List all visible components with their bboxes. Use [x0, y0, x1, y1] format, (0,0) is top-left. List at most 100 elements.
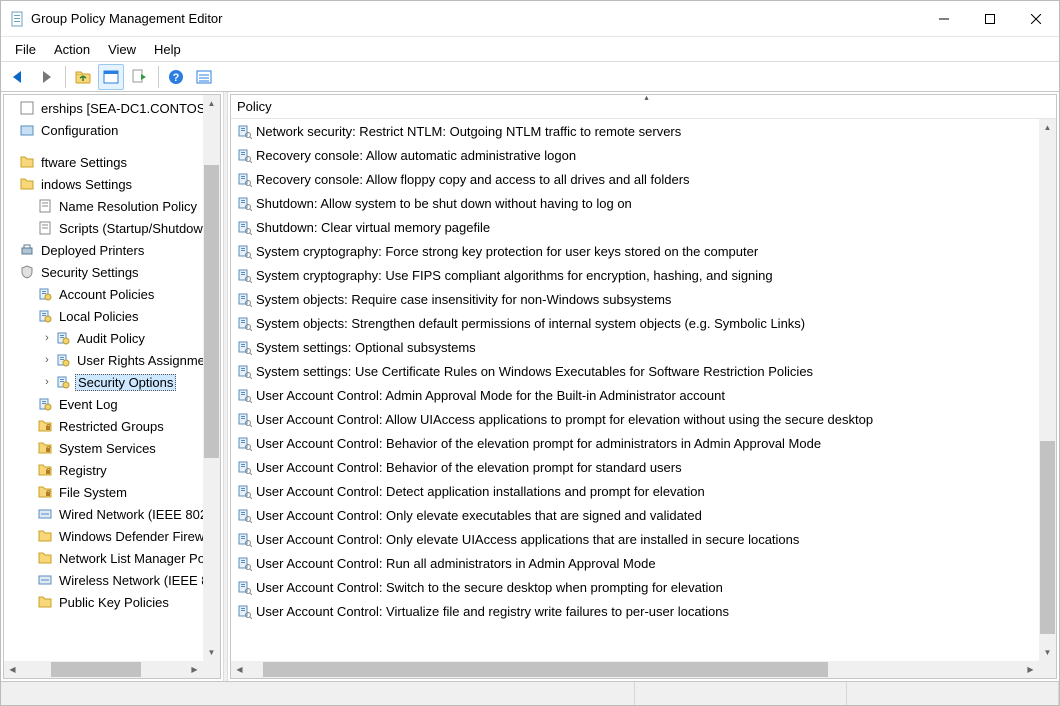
expand-toggle-icon[interactable]: › [41, 376, 53, 388]
help-button[interactable]: ? [163, 64, 189, 90]
refresh-button[interactable] [126, 64, 152, 90]
policy-row[interactable]: Shutdown: Clear virtual memory pagefile [231, 215, 1039, 239]
policy-row[interactable]: Shutdown: Allow system to be shut down w… [231, 191, 1039, 215]
policy-row[interactable]: Recovery console: Allow floppy copy and … [231, 167, 1039, 191]
list-panel: Policy ▴ Network security: Restrict NTLM… [230, 94, 1057, 679]
policy-icon [235, 530, 253, 548]
menu-file[interactable]: File [7, 40, 44, 59]
scroll-down-arrow-icon[interactable]: ▼ [203, 644, 220, 661]
tree-node-label: erships [SEA-DC1.CONTOSO.CO [41, 101, 221, 116]
policy-row[interactable]: System objects: Strengthen default permi… [231, 311, 1039, 335]
tree-node[interactable]: Local Policies [3, 305, 221, 327]
menu-help[interactable]: Help [146, 40, 189, 59]
folder-lock-icon [36, 461, 54, 479]
tree-node-label: Audit Policy [77, 331, 145, 346]
tree-node[interactable]: Account Policies [3, 283, 221, 305]
policy-row[interactable]: System objects: Require case insensitivi… [231, 287, 1039, 311]
column-policy: Policy ▴ [237, 95, 1056, 118]
tree-node[interactable] [3, 141, 221, 151]
policy-icon [235, 194, 253, 212]
back-icon [9, 68, 27, 86]
tree-node[interactable]: erships [SEA-DC1.CONTOSO.CO [3, 97, 221, 119]
policy-row[interactable]: User Account Control: Only elevate UIAcc… [231, 527, 1039, 551]
expand-toggle-icon[interactable]: › [41, 332, 53, 344]
list-settings-button[interactable] [191, 64, 217, 90]
policy-row[interactable]: System settings: Optional subsystems [231, 335, 1039, 359]
scroll-left-arrow-icon[interactable]: ◀ [231, 661, 248, 678]
up-folder-button[interactable] [70, 64, 96, 90]
tree-node[interactable]: Windows Defender Firewa [3, 525, 221, 547]
tree-node[interactable]: File System [3, 481, 221, 503]
policy-row[interactable]: System settings: Use Certificate Rules o… [231, 359, 1039, 383]
scroll-right-arrow-icon[interactable]: ▶ [1022, 661, 1039, 678]
forward-button[interactable] [33, 64, 59, 90]
scroll-left-arrow-icon[interactable]: ◀ [4, 661, 21, 678]
scroll-up-arrow-icon[interactable]: ▲ [1039, 119, 1056, 136]
policy-row[interactable]: User Account Control: Run all administra… [231, 551, 1039, 575]
details-view-icon [102, 68, 120, 86]
tree[interactable]: erships [SEA-DC1.CONTOSO.CO Configuration… [3, 95, 221, 613]
tree-node[interactable]: Event Log [3, 393, 221, 415]
list-settings-icon [195, 68, 213, 86]
policy-row[interactable]: System cryptography: Force strong key pr… [231, 239, 1039, 263]
tree-horizontal-scrollbar[interactable]: ◀ ▶ [4, 661, 203, 678]
tree-node[interactable]: Network List Manager Pol [3, 547, 221, 569]
policy-row[interactable]: User Account Control: Virtualize file an… [231, 599, 1039, 623]
policy-row[interactable]: Network security: Restrict NTLM: Outgoin… [231, 119, 1039, 143]
back-button[interactable] [5, 64, 31, 90]
menu-view[interactable]: View [100, 40, 144, 59]
policy-row[interactable]: Recovery console: Allow automatic admini… [231, 143, 1039, 167]
policy-row[interactable]: User Account Control: Only elevate execu… [231, 503, 1039, 527]
policy-label: User Account Control: Admin Approval Mod… [256, 388, 725, 403]
policy-row[interactable]: User Account Control: Switch to the secu… [231, 575, 1039, 599]
minimize-button[interactable] [921, 1, 967, 36]
policy-list[interactable]: Network security: Restrict NTLM: Outgoin… [231, 119, 1039, 623]
tree-node-label: Restricted Groups [59, 419, 164, 434]
tree-node[interactable]: Wireless Network (IEEE 80. [3, 569, 221, 591]
list-vertical-scrollbar[interactable]: ▲ ▼ [1039, 119, 1056, 661]
tree-vertical-scrollbar[interactable]: ▲ ▼ [203, 95, 220, 661]
policy-icon [235, 578, 253, 596]
policy-row[interactable]: User Account Control: Detect application… [231, 479, 1039, 503]
shield-doc-icon [36, 307, 54, 325]
tree-node[interactable]: Deployed Printers [3, 239, 221, 261]
folder-icon [36, 549, 54, 567]
tree-node[interactable]: › Audit Policy [3, 327, 221, 349]
tree-node[interactable]: ›Security Options [3, 371, 221, 393]
folder-lock-icon [36, 483, 54, 501]
tree-node[interactable]: ftware Settings [3, 151, 221, 173]
policy-row[interactable]: User Account Control: Admin Approval Mod… [231, 383, 1039, 407]
splitter[interactable] [223, 92, 228, 681]
tree-node[interactable]: indows Settings [3, 173, 221, 195]
list-header[interactable]: Policy ▴ [231, 95, 1056, 119]
tree-node[interactable]: Registry [3, 459, 221, 481]
menu-action[interactable]: Action [46, 40, 98, 59]
tree-node[interactable]: Name Resolution Policy [3, 195, 221, 217]
tree-node[interactable]: Public Key Policies [3, 591, 221, 613]
scroll-right-arrow-icon[interactable]: ▶ [186, 661, 203, 678]
policy-row[interactable]: System cryptography: Use FIPS compliant … [231, 263, 1039, 287]
tree-node[interactable]: Configuration [3, 119, 221, 141]
details-view-button[interactable] [98, 64, 124, 90]
maximize-button[interactable] [967, 1, 1013, 36]
tree-node[interactable]: System Services [3, 437, 221, 459]
tree-node[interactable]: Scripts (Startup/Shutdown) [3, 217, 221, 239]
policy-icon [235, 122, 253, 140]
scroll-up-arrow-icon[interactable]: ▲ [203, 95, 220, 112]
policy-row[interactable]: User Account Control: Allow UIAccess app… [231, 407, 1039, 431]
tree-node[interactable]: ›User Rights Assignmen [3, 349, 221, 371]
scroll-down-arrow-icon[interactable]: ▼ [1039, 644, 1056, 661]
close-button[interactable] [1013, 1, 1059, 36]
tree-node-label: System Services [59, 441, 156, 456]
policy-row[interactable]: User Account Control: Behavior of the el… [231, 431, 1039, 455]
tree-node[interactable]: Restricted Groups [3, 415, 221, 437]
expand-toggle-icon[interactable]: › [41, 354, 53, 366]
list-horizontal-scrollbar[interactable]: ◀ ▶ [231, 661, 1039, 678]
tree-node[interactable]: Wired Network (IEEE 802.3 [3, 503, 221, 525]
policy-label: System settings: Optional subsystems [256, 340, 476, 355]
policy-label: User Account Control: Switch to the secu… [256, 580, 723, 595]
policy-row[interactable]: User Account Control: Behavior of the el… [231, 455, 1039, 479]
statusbar [1, 681, 1059, 705]
tree-node[interactable]: Security Settings [3, 261, 221, 283]
tree-node-label: Windows Defender Firewa [59, 529, 211, 544]
